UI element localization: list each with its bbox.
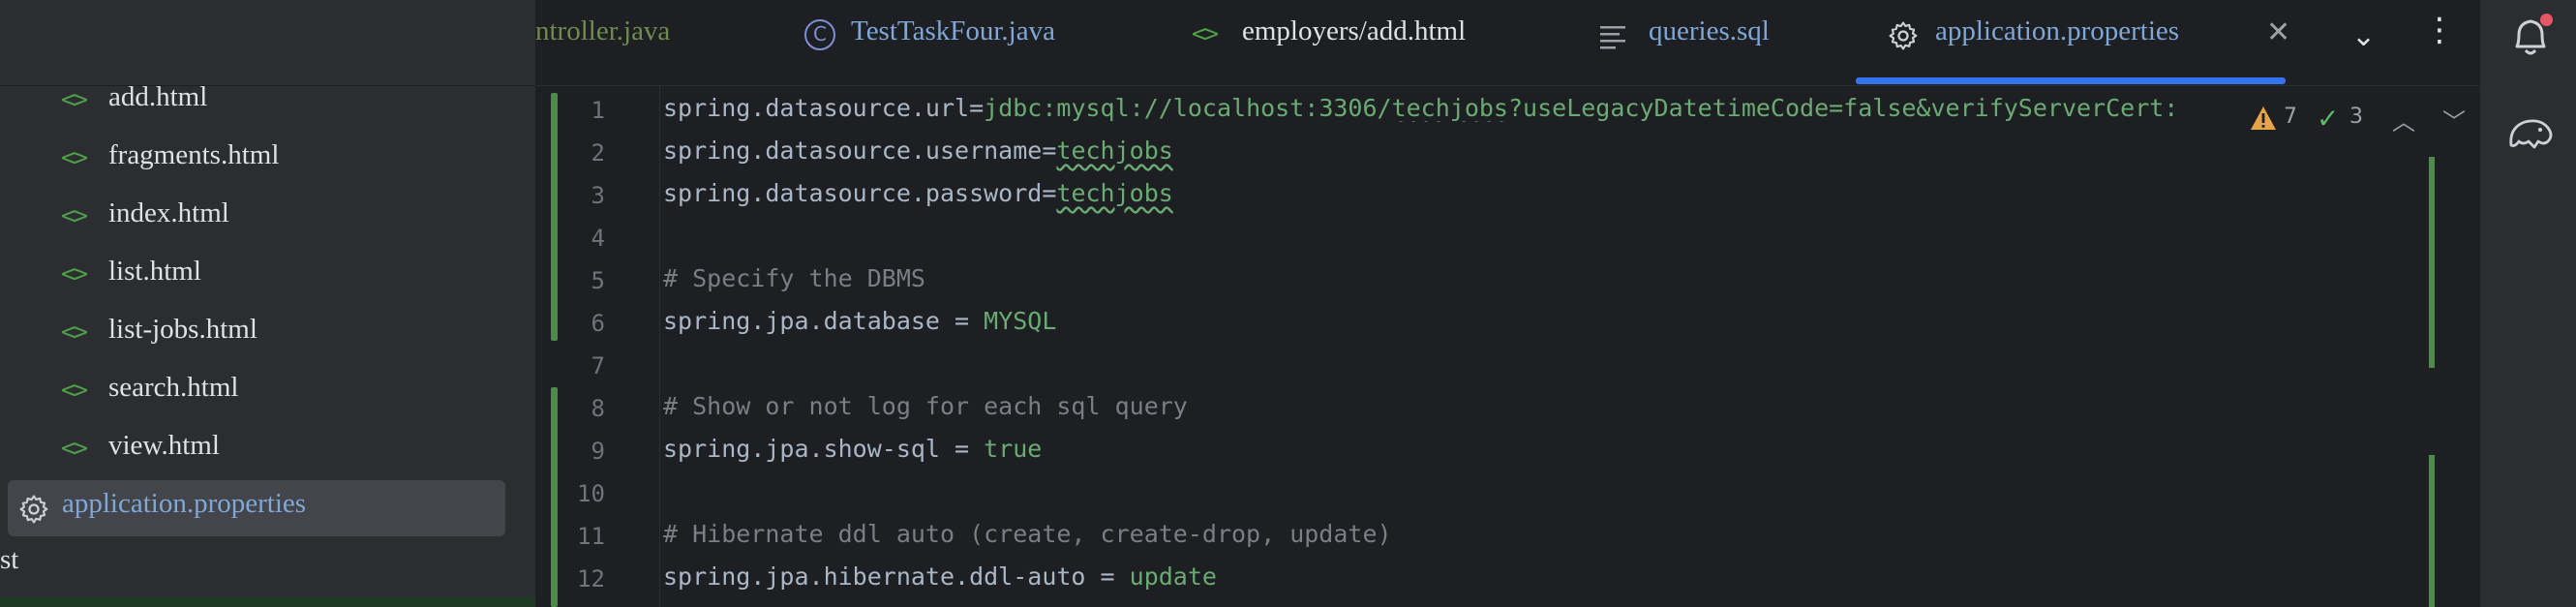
tree-item-label: application.properties — [62, 488, 307, 519]
active-tab-indicator — [1856, 77, 2286, 84]
gear-icon — [1889, 21, 1918, 50]
line-number: 1 — [591, 97, 605, 124]
line-number: 6 — [591, 310, 605, 337]
scrollbar-change-marker — [2429, 157, 2435, 368]
html-file-icon: <> — [61, 143, 88, 171]
html-file-icon: <> — [61, 434, 88, 462]
tab-application-properties[interactable]: application.properties ✕ — [1856, 0, 2313, 85]
tree-item-index-html[interactable]: <> index.html — [0, 188, 535, 242]
tree-item-label: list-jobs.html — [108, 314, 258, 345]
tree-item-search-html[interactable]: <> search.html — [0, 362, 535, 416]
line-number: 2 — [591, 139, 605, 167]
chevron-up-icon[interactable]: ︿ — [2392, 103, 2415, 137]
line-number: 12 — [577, 565, 605, 592]
more-options-icon[interactable]: ⋮ — [2423, 14, 2456, 46]
line-number: 8 — [591, 395, 605, 422]
project-tree: <> add.html <> fragments.html <> index.h… — [0, 0, 535, 607]
tab-label: ntroller.java — [535, 15, 671, 46]
html-file-icon: <> — [1192, 19, 1219, 47]
tree-item-list-jobs-html[interactable]: <> list-jobs.html — [0, 304, 535, 358]
tree-item-partial[interactable]: st — [0, 544, 18, 576]
editor-area: ntroller.java C TestTaskFour.java <> emp… — [535, 0, 2479, 607]
checkmark-icon: ✓ — [2317, 103, 2340, 135]
code-line[interactable]: # Hibernate ddl auto (create, create-dro… — [663, 520, 1392, 548]
tab-label: queries.sql — [1649, 15, 1770, 46]
line-number: 4 — [591, 225, 605, 252]
tree-item-list-html[interactable]: <> list.html — [0, 246, 535, 300]
chevron-down-icon[interactable]: ⌄ — [2351, 19, 2376, 53]
tree-item-add-html[interactable]: <> add.html — [0, 72, 535, 126]
scrollbar-change-marker — [2429, 455, 2435, 607]
chevron-down-icon[interactable]: ﹀ — [2442, 103, 2466, 137]
tree-item-label: add.html — [108, 81, 208, 112]
right-tool-strip — [2479, 0, 2576, 607]
warning-count: 7 — [2284, 105, 2297, 129]
tree-item-label: search.html — [108, 372, 239, 403]
notification-badge — [2540, 14, 2553, 26]
tab-label: application.properties — [1935, 15, 2180, 46]
html-file-icon: <> — [61, 85, 88, 113]
line-number: 5 — [591, 267, 605, 294]
html-file-icon: <> — [61, 259, 88, 288]
database-elephant-icon[interactable] — [2505, 112, 2556, 155]
tree-item-label: view.html — [108, 430, 220, 461]
warning-icon — [2251, 106, 2276, 130]
tree-item-label: index.html — [108, 197, 229, 228]
code-line[interactable]: spring.jpa.show-sql = true — [663, 435, 1042, 463]
html-file-icon: <> — [61, 201, 88, 229]
sql-file-icon — [1600, 26, 1625, 49]
tree-item-view-html[interactable]: <> view.html — [0, 420, 535, 474]
line-number: 3 — [591, 182, 605, 209]
html-file-icon: <> — [61, 376, 88, 404]
ok-count: 3 — [2349, 105, 2363, 129]
gear-icon — [19, 495, 48, 524]
code-line[interactable]: spring.jpa.hibernate.ddl-auto = update — [663, 562, 1217, 591]
code-line[interactable]: spring.datasource.url=jdbc:mysql://local… — [663, 94, 2260, 122]
tree-item-label: fragments.html — [108, 139, 280, 170]
editor-gutter: 1 2 3 4 5 6 7 8 9 10 11 12 — [535, 85, 660, 607]
html-file-icon: <> — [61, 318, 88, 346]
close-tab-icon[interactable]: ✕ — [2266, 15, 2290, 49]
line-number: 9 — [591, 438, 605, 465]
line-number: 7 — [591, 352, 605, 379]
tree-item-fragments-html[interactable]: <> fragments.html — [0, 130, 535, 184]
inspection-widget[interactable]: 7 ✓ 3 ︿ ﹀ — [2249, 101, 2479, 139]
code-line[interactable]: spring.datasource.password=techjobs — [663, 179, 1173, 207]
sidebar-bottom-highlight — [0, 597, 535, 607]
tree-item-label: list.html — [108, 256, 201, 287]
tab-label: TestTaskFour.java — [851, 15, 1055, 46]
tab-label: employers/add.html — [1242, 15, 1467, 46]
code-line[interactable]: spring.datasource.username=techjobs — [663, 137, 1173, 165]
java-class-icon: C — [804, 19, 835, 50]
line-number: 10 — [577, 480, 605, 507]
vcs-change-marker — [551, 93, 558, 341]
editor-tab-bar: ntroller.java C TestTaskFour.java <> emp… — [535, 0, 2479, 86]
line-number: 11 — [577, 523, 605, 550]
code-line[interactable]: # Show or not log for each sql query — [663, 392, 1188, 420]
code-line[interactable]: # Specify the DBMS — [663, 264, 925, 292]
code-line[interactable]: spring.jpa.database = MYSQL — [663, 307, 1056, 335]
tree-item-application-properties[interactable]: application.properties — [8, 480, 505, 536]
